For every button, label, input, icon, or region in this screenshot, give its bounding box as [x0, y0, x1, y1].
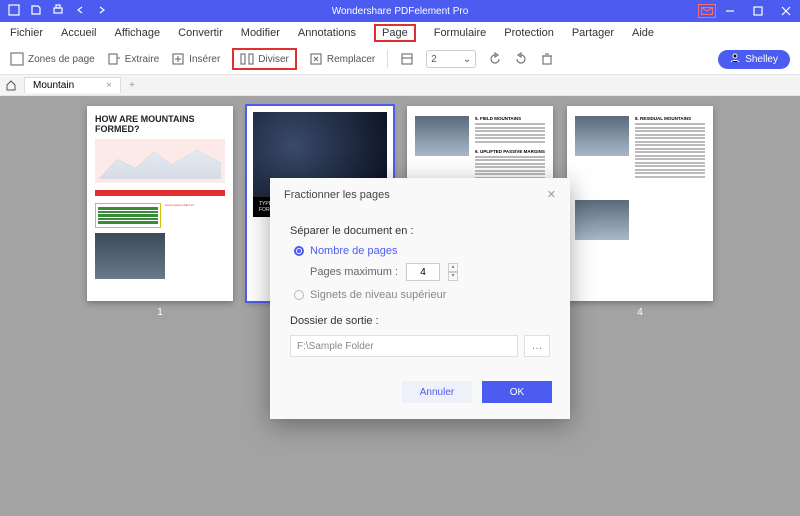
radio-pages-label: Nombre de pages [310, 245, 397, 257]
page-thumb-4[interactable]: 8. RESIDUAL MOUNTAINS 4 [567, 106, 713, 318]
output-label: Dossier de sortie : [290, 315, 550, 327]
extract-icon [107, 52, 121, 66]
tool-insert-label: Insérer [189, 54, 220, 65]
pages-max-label: Pages maximum : [310, 266, 398, 278]
radio-pages[interactable]: Nombre de pages [294, 245, 550, 257]
page-nav-icon[interactable] [400, 52, 414, 66]
cancel-button[interactable]: Annuler [402, 381, 472, 403]
undo-icon[interactable] [74, 4, 86, 19]
app-title: Wondershare PDFelement Pro [332, 6, 469, 17]
chevron-down-icon: ⌄ [463, 54, 471, 65]
rotate-right-icon[interactable] [514, 52, 528, 66]
thumb1-heading: HOW ARE MOUNTAINS FORMED? [95, 114, 225, 134]
spin-down-icon[interactable]: ▾ [448, 272, 458, 281]
tool-replace[interactable]: Remplacer [309, 52, 375, 66]
menu-aide[interactable]: Aide [632, 27, 654, 39]
redo-icon[interactable] [96, 4, 108, 19]
page-num-1: 1 [157, 307, 163, 318]
insert-icon [171, 52, 185, 66]
close-button[interactable] [772, 0, 800, 22]
browse-button[interactable]: … [524, 335, 550, 357]
tool-split-label: Diviser [258, 54, 289, 65]
title-bar: Wondershare PDFelement Pro [0, 0, 800, 22]
tool-insert[interactable]: Insérer [171, 52, 220, 66]
menu-modifier[interactable]: Modifier [241, 27, 280, 39]
zones-icon [10, 52, 24, 66]
split-dialog: Fractionner les pages ✕ Séparer le docum… [270, 178, 570, 419]
page-num-4: 4 [637, 307, 643, 318]
maximize-button[interactable] [744, 0, 772, 22]
spin-up-icon[interactable]: ▴ [448, 263, 458, 272]
ok-button[interactable]: OK [482, 381, 552, 403]
menu-accueil[interactable]: Accueil [61, 27, 96, 39]
page-select-value: 2 [431, 54, 437, 65]
user-pill[interactable]: Shelley [718, 50, 790, 69]
user-name: Shelley [745, 54, 778, 65]
page-thumb-1[interactable]: HOW ARE MOUNTAINS FORMED? Lorem ipsum do… [87, 106, 233, 318]
add-tab-button[interactable]: + [121, 80, 143, 91]
spinner[interactable]: ▴▾ [448, 263, 458, 281]
output-path-value: F:\Sample Folder [297, 341, 374, 352]
replace-icon [309, 52, 323, 66]
delete-icon[interactable] [540, 52, 554, 66]
save-icon[interactable] [30, 4, 42, 19]
radio-bookmarks-label: Signets de niveau supérieur [310, 289, 446, 301]
menu-formulaire[interactable]: Formulaire [434, 27, 487, 39]
menu-fichier[interactable]: Fichier [10, 27, 43, 39]
home-tab-icon[interactable] [0, 79, 22, 91]
pages-max-input[interactable] [406, 263, 440, 281]
toolbar-divider [387, 50, 388, 68]
thumb3-h2: 6. UPLIFTED PASSIVE MARGINS [475, 149, 545, 154]
tool-zones-label: Zones de page [28, 54, 95, 65]
rotate-left-icon[interactable] [488, 52, 502, 66]
tool-extract-label: Extraire [125, 54, 159, 65]
radio-bookmarks[interactable]: Signets de niveau supérieur [294, 289, 550, 301]
tab-bar: Mountain × + [0, 74, 800, 96]
menu-annotations[interactable]: Annotations [298, 27, 356, 39]
dialog-title: Fractionner les pages [284, 189, 390, 201]
separate-label: Séparer le document en : [290, 225, 550, 237]
tab-close-icon[interactable]: × [106, 80, 112, 91]
tool-zones[interactable]: Zones de page [10, 52, 95, 66]
tab-label: Mountain [33, 80, 74, 91]
tool-split[interactable]: Diviser [232, 48, 297, 70]
menu-bar: Fichier Accueil Affichage Convertir Modi… [0, 22, 800, 44]
app-logo-icon [8, 4, 20, 19]
dialog-close-icon[interactable]: ✕ [547, 188, 556, 201]
menu-partager[interactable]: Partager [572, 27, 614, 39]
menu-page[interactable]: Page [374, 24, 416, 42]
mail-icon[interactable] [698, 4, 716, 18]
tool-extract[interactable]: Extraire [107, 52, 159, 66]
toolbar: Zones de page Extraire Insérer Diviser R… [0, 44, 800, 74]
radio-selected-icon [294, 246, 304, 256]
minimize-button[interactable] [716, 0, 744, 22]
tool-replace-label: Remplacer [327, 54, 375, 65]
menu-convertir[interactable]: Convertir [178, 27, 223, 39]
menu-protection[interactable]: Protection [504, 27, 554, 39]
workspace: HOW ARE MOUNTAINS FORMED? Lorem ipsum do… [0, 96, 800, 516]
page-select[interactable]: 2 ⌄ [426, 50, 476, 68]
document-tab[interactable]: Mountain × [24, 77, 121, 93]
menu-affichage[interactable]: Affichage [114, 27, 160, 39]
print-icon[interactable] [52, 4, 64, 19]
user-icon [730, 53, 740, 66]
split-icon [240, 52, 254, 66]
output-path-input[interactable]: F:\Sample Folder [290, 335, 518, 357]
thumb3-h1: 5. FIELD MOUNTAINS [475, 116, 545, 121]
thumb4-h1: 8. RESIDUAL MOUNTAINS [635, 116, 705, 121]
radio-unselected-icon [294, 290, 304, 300]
